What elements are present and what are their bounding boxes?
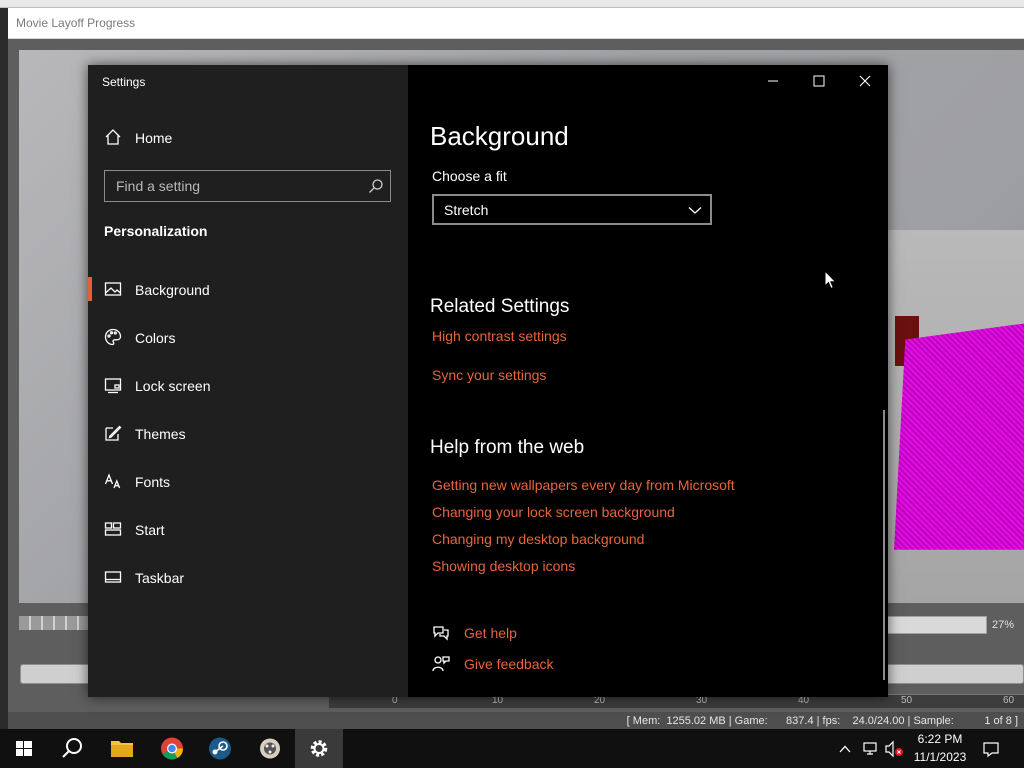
taskbar-chrome[interactable]	[148, 729, 196, 768]
content-scrollbar[interactable]	[883, 410, 885, 680]
zoom-label: 27%	[992, 619, 1015, 631]
sidebar-item-label: Start	[135, 522, 165, 538]
ruler-label: 60	[1003, 695, 1015, 706]
network-icon[interactable]	[862, 740, 880, 758]
taskbar-search-button[interactable]	[48, 729, 96, 768]
sidebar-item-label: Colors	[135, 330, 176, 346]
help-link-desktop-background[interactable]: Changing my desktop background	[432, 531, 644, 547]
maximize-button[interactable]	[796, 65, 842, 97]
taskbar-app[interactable]	[246, 729, 294, 768]
volume-muted-icon[interactable]	[884, 740, 904, 758]
folder-icon	[111, 741, 133, 757]
steam-icon	[209, 737, 231, 760]
sidebar-item-label: Lock screen	[135, 378, 211, 394]
sidebar-item-fonts[interactable]: Fonts	[88, 462, 408, 502]
sidebar-item-label: Taskbar	[135, 570, 185, 586]
other-window-titlebar	[0, 0, 1024, 8]
windows-logo-icon	[16, 741, 32, 756]
taskbar-settings[interactable]	[295, 729, 343, 768]
lock-screen-icon	[104, 378, 122, 394]
section-heading: Personalization	[104, 223, 208, 239]
help-link-desktop-icons[interactable]: Showing desktop icons	[432, 558, 575, 574]
fit-dropdown[interactable]: Stretch	[432, 194, 712, 225]
search-box[interactable]	[104, 170, 391, 202]
help-link-wallpapers[interactable]: Getting new wallpapers every day from Mi…	[432, 477, 735, 493]
sync-settings-link[interactable]: Sync your settings	[432, 367, 546, 383]
minimize-icon	[768, 80, 778, 82]
search-icon	[62, 738, 82, 758]
maximize-icon	[813, 75, 825, 87]
taskbar-icon	[104, 571, 122, 583]
sidebar-item-start[interactable]: Start	[88, 510, 408, 550]
background-app-titlebar[interactable]: Movie Layoff Progress	[8, 8, 1024, 39]
settings-window: Settings Home Personalization Background	[88, 65, 888, 697]
sidebar-item-lock-screen[interactable]: Lock screen	[88, 366, 408, 406]
taskbar-steam[interactable]	[196, 729, 244, 768]
chevron-up-icon[interactable]	[838, 742, 852, 756]
settings-window-title: Settings	[102, 75, 146, 89]
related-settings-heading: Related Settings	[430, 296, 570, 317]
sidebar-item-background[interactable]: Background	[88, 270, 408, 310]
settings-sidebar: Settings Home Personalization Background	[88, 65, 408, 697]
start-icon	[104, 522, 122, 536]
sidebar-item-label: Home	[135, 130, 173, 146]
taskbar-file-explorer[interactable]	[98, 729, 146, 768]
sidebar-item-home[interactable]: Home	[88, 118, 408, 158]
clock-time[interactable]: 6:22 PM	[912, 732, 968, 746]
sidebar-item-taskbar[interactable]: Taskbar	[88, 558, 408, 598]
settings-content: Background Choose a fit Stretch Related …	[408, 65, 888, 697]
fonts-icon	[104, 473, 121, 489]
app-icon	[260, 738, 280, 759]
close-icon	[859, 75, 871, 87]
get-help-icon	[433, 626, 449, 641]
get-help-link[interactable]: Get help	[464, 625, 517, 641]
palette-icon	[104, 328, 122, 346]
app-button-right[interactable]	[886, 664, 1024, 684]
sidebar-item-label: Fonts	[135, 474, 171, 490]
app-button-left[interactable]	[20, 664, 90, 684]
search-input[interactable]	[105, 171, 355, 201]
help-web-heading: Help from the web	[430, 437, 585, 458]
background-app-title: Movie Layoff Progress	[16, 16, 136, 30]
status-bar: [ Mem: 1255.02 MB | Game: 837.4 | fps: 2…	[8, 712, 1024, 730]
sidebar-item-colors[interactable]: Colors	[88, 318, 408, 358]
gear-icon	[310, 740, 328, 757]
status-text: [ Mem: 1255.02 MB | Game: 837.4 | fps: 2…	[626, 715, 1018, 727]
fit-selected-value: Stretch	[444, 202, 489, 218]
taskbar: 6:22 PM 11/1/2023	[0, 729, 1024, 768]
page-title: Background	[430, 121, 569, 151]
chrome-icon	[161, 737, 183, 760]
start-button[interactable]	[0, 729, 48, 768]
picture-icon	[104, 282, 122, 296]
mouse-cursor-icon	[824, 270, 837, 290]
close-button[interactable]	[842, 65, 888, 97]
sidebar-item-themes[interactable]: Themes	[88, 414, 408, 454]
themes-icon	[105, 425, 122, 441]
clock-date[interactable]: 11/1/2023	[908, 750, 972, 764]
home-icon	[105, 129, 121, 145]
ruler-label: 50	[901, 695, 913, 706]
notification-icon[interactable]	[982, 740, 1000, 758]
help-link-lock-screen[interactable]: Changing your lock screen background	[432, 504, 675, 520]
give-feedback-link[interactable]: Give feedback	[464, 656, 554, 672]
sidebar-item-label: Background	[135, 282, 210, 298]
minimize-button[interactable]	[750, 65, 796, 97]
search-icon[interactable]	[368, 178, 384, 194]
fit-label: Choose a fit	[432, 168, 507, 184]
chevron-down-icon	[688, 207, 702, 214]
high-contrast-link[interactable]: High contrast settings	[432, 328, 567, 344]
zoom-slider[interactable]	[877, 616, 987, 634]
feedback-icon	[432, 656, 450, 672]
sidebar-item-label: Themes	[135, 426, 186, 442]
